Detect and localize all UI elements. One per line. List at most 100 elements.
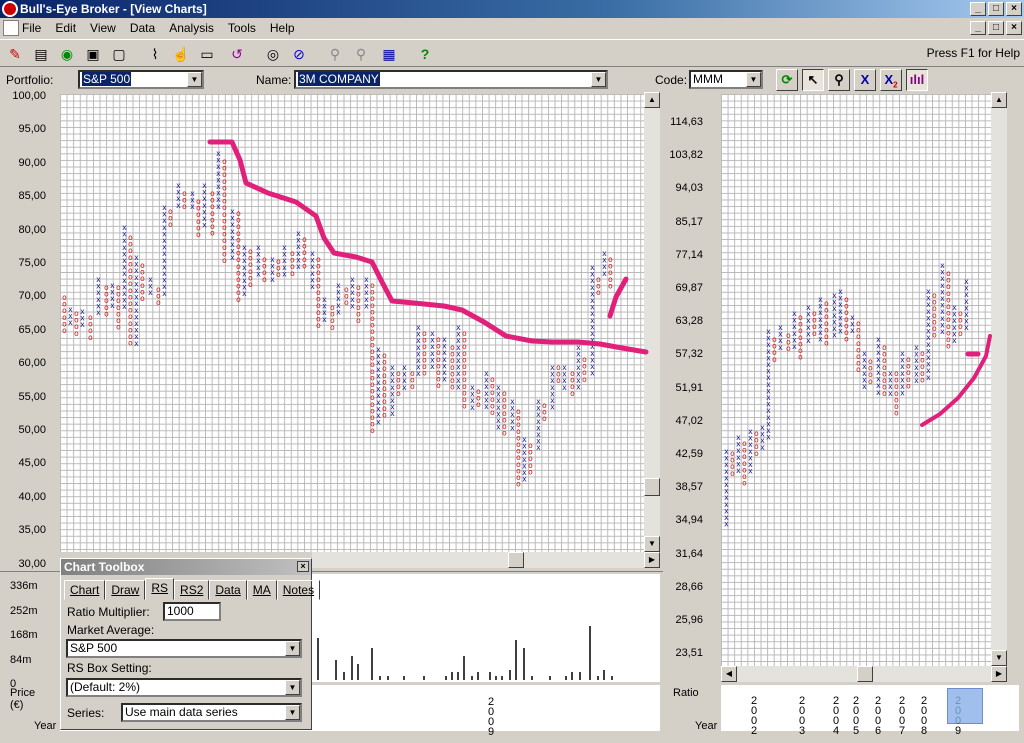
o-box-mark: o [330, 323, 335, 332]
x-box-mark: x [536, 443, 541, 452]
o-box-mark: o [370, 426, 375, 435]
o-box-mark: o [920, 375, 925, 384]
x-box-mark: x [134, 339, 139, 348]
o-box-mark: o [856, 365, 861, 374]
o-box-mark: o [824, 339, 829, 348]
x-box-mark: x [456, 382, 461, 391]
x-box-mark: x [760, 443, 765, 452]
o-box-mark: o [182, 202, 187, 211]
o-box-mark: o [570, 389, 575, 398]
o-box-mark: o [104, 309, 109, 318]
tab-notes[interactable]: Notes [276, 580, 321, 600]
o-box-mark: o [236, 295, 241, 304]
tab-data[interactable]: Data [209, 580, 247, 600]
o-box-mark: o [140, 294, 145, 303]
o-box-mark: o [156, 298, 161, 307]
o-box-mark: o [754, 449, 759, 458]
x-box-mark: x [576, 383, 581, 392]
o-box-mark: o [276, 270, 281, 279]
x-box-mark: x [496, 423, 501, 432]
o-box-mark: o [436, 381, 441, 390]
ratio-multiplier-input[interactable]: 1000 [163, 602, 221, 621]
x-box-mark: x [862, 382, 867, 391]
x-box-mark: x [900, 389, 905, 398]
series-label: Series: [67, 706, 105, 720]
o-box-mark: o [958, 329, 963, 338]
x-box-mark: x [176, 201, 181, 210]
o-box-mark: o [62, 326, 67, 335]
o-box-mark: o [932, 331, 937, 340]
market-average-label: Market Average: [67, 623, 155, 637]
x-box-mark: x [96, 308, 101, 317]
o-box-mark: o [316, 321, 321, 330]
x-box-mark: x [270, 275, 275, 284]
o-box-mark: o [582, 375, 587, 384]
x-box-mark: x [148, 288, 153, 297]
x-box-mark: x [522, 475, 527, 484]
x-box-mark: x [838, 327, 843, 336]
x-box-mark: x [230, 253, 235, 262]
o-box-mark: o [798, 353, 803, 362]
o-box-mark: o [596, 288, 601, 297]
x-box-mark: x [376, 418, 381, 427]
x-box-mark: x [778, 343, 783, 352]
series-select[interactable]: Use main data series ▼ [121, 703, 302, 722]
o-box-mark: o [528, 467, 533, 476]
x-box-mark: x [602, 269, 607, 278]
x-box-mark: x [296, 262, 301, 271]
rs-box-setting-select[interactable]: (Default: 2%) ▼ [66, 678, 302, 697]
chevron-down-icon[interactable]: ▼ [285, 705, 300, 720]
x-box-mark: x [470, 403, 475, 412]
x-box-mark: x [322, 315, 327, 324]
x-box-mark: x [256, 269, 261, 278]
o-box-mark: o [742, 479, 747, 488]
o-box-mark: o [556, 376, 561, 385]
tab-chart[interactable]: Chart [64, 580, 106, 600]
x-box-mark: x [242, 289, 247, 298]
o-box-mark: o [476, 400, 481, 409]
x-box-mark: x [964, 323, 969, 332]
o-box-mark: o [382, 410, 387, 419]
x-box-mark: x [202, 221, 207, 230]
tab-ma[interactable]: MA [246, 580, 277, 600]
x-box-mark: x [510, 423, 515, 432]
o-box-mark: o [844, 335, 849, 344]
toolbox-close-icon[interactable]: × [297, 561, 309, 572]
x-box-mark: x [162, 289, 167, 298]
o-box-mark: o [222, 256, 227, 265]
x-box-mark: x [888, 389, 893, 398]
o-box-mark: o [542, 414, 547, 423]
x-box-mark: x [736, 466, 741, 475]
trend-annotation-left [207, 139, 649, 355]
o-box-mark: o [344, 298, 349, 307]
o-box-mark: o [516, 480, 521, 489]
o-box-mark: o [88, 333, 93, 342]
tab-draw[interactable]: Draw [105, 580, 146, 600]
o-box-mark: o [490, 408, 495, 417]
x-box-mark: x [940, 327, 945, 336]
o-box-mark: o [168, 220, 173, 229]
chevron-down-icon[interactable]: ▼ [285, 641, 300, 656]
x-box-mark: x [430, 362, 435, 371]
x-box-mark: x [442, 375, 447, 384]
x-box-mark: x [484, 402, 489, 411]
o-box-mark: o [410, 382, 415, 391]
o-box-mark: o [882, 389, 887, 398]
o-box-mark: o [196, 230, 201, 239]
tab-rs2[interactable]: RS2 [174, 580, 210, 600]
x-box-mark: x [952, 336, 957, 345]
o-box-mark: o [502, 429, 507, 438]
x-box-mark: x [416, 369, 421, 378]
market-average-select[interactable]: S&P 500 ▼ [66, 639, 302, 658]
x-box-mark: x [832, 331, 837, 340]
x-box-mark: x [282, 269, 287, 278]
x-box-mark: x [336, 307, 341, 316]
x-box-mark: x [926, 373, 931, 382]
tab-rs[interactable]: RS [145, 578, 175, 600]
chevron-down-icon[interactable]: ▼ [285, 680, 300, 695]
x-box-mark: x [914, 376, 919, 385]
toolbox-title-bar[interactable]: Chart Toolbox × [61, 559, 311, 575]
o-box-mark: o [450, 383, 455, 392]
x-box-mark: x [806, 336, 811, 345]
chart-toolbox: Chart Toolbox × Chart Draw RS RS2 Data M… [60, 558, 321, 730]
